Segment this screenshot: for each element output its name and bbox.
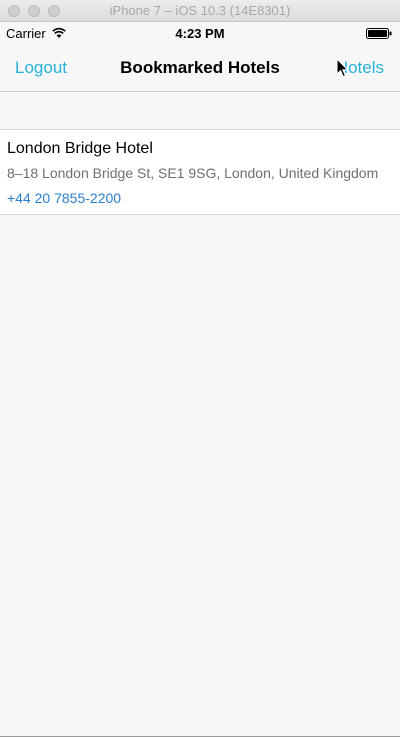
hotel-name: London Bridge Hotel xyxy=(7,140,153,157)
hotel-phone-link[interactable]: +44 20 7855-2200 xyxy=(7,189,394,207)
phone-screen: Carrier 4:23 PM Logout Bookmarked Hotels… xyxy=(0,22,400,737)
mouse-cursor-icon xyxy=(336,58,349,78)
hotel-address: 8–18 London Bridge St, SE1 9SG, London, … xyxy=(7,165,379,181)
bookmarked-hotels-list: London Bridge Hotel 8–18 London Bridge S… xyxy=(0,129,400,215)
hotel-cell[interactable]: London Bridge Hotel 8–18 London Bridge S… xyxy=(0,130,400,214)
status-time: 4:23 PM xyxy=(175,26,225,41)
status-bar: Carrier 4:23 PM xyxy=(0,22,400,44)
navigation-bar: Logout Bookmarked Hotels Hotels xyxy=(0,44,400,92)
logout-button[interactable]: Logout xyxy=(15,44,67,92)
simulator-title: iPhone 7 – iOS 10.3 (14E8301) xyxy=(109,3,291,18)
battery-icon xyxy=(366,28,392,39)
simulator-titlebar: iPhone 7 – iOS 10.3 (14E8301) xyxy=(0,0,400,22)
